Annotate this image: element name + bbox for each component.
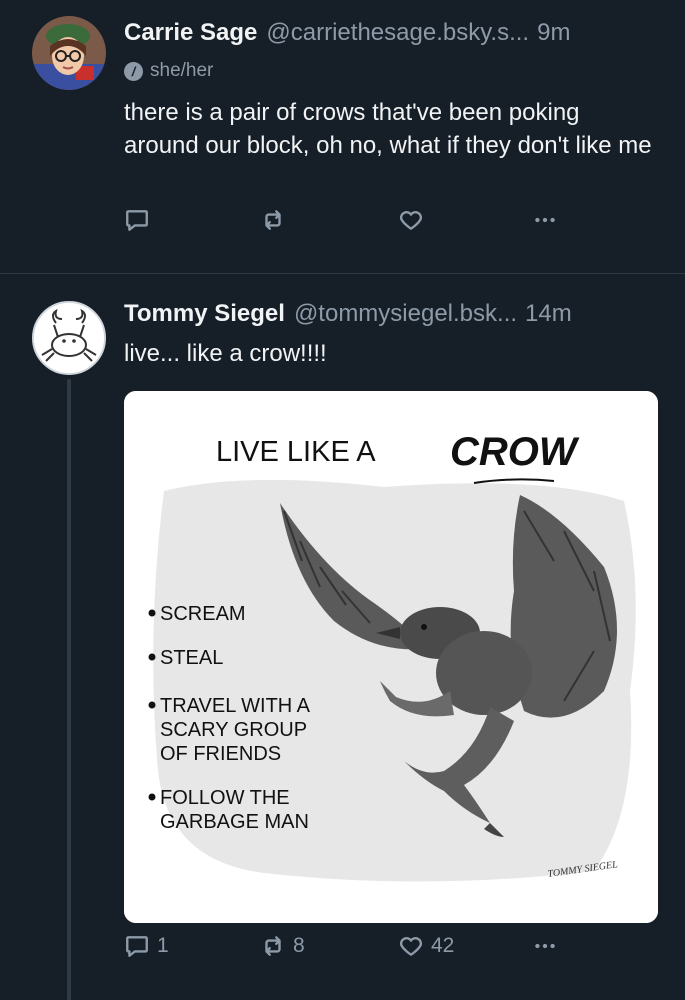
post-carrie-sage[interactable]: Carrie Sage @carriethesage.bsky.s... 9m …	[0, 0, 685, 274]
post-time[interactable]: 14m	[525, 299, 572, 329]
heart-icon	[399, 211, 423, 230]
repost-count: 8	[293, 934, 305, 957]
avatar-illustration	[32, 16, 106, 90]
post-text: live... like a crow!!!!	[124, 340, 327, 367]
like-count: 42	[431, 934, 455, 957]
author-name[interactable]: Carrie Sage	[124, 18, 257, 48]
post-header: Tommy Siegel @tommysiegel.bsk... 14m	[124, 299, 665, 329]
comic-item-travel-2: SCARY GROUP	[160, 719, 307, 741]
repost-arrows-icon	[265, 936, 281, 956]
comic-title-prefix: LIVE LIKE A	[216, 436, 376, 468]
pronouns: / she/her	[124, 60, 213, 82]
pronouns-label: she/her	[150, 60, 214, 81]
reply-count: 1	[157, 934, 169, 957]
like-button[interactable]	[398, 207, 431, 233]
repost-button[interactable]: 8	[260, 933, 305, 959]
author-handle[interactable]: @tommysiegel.bsk...	[294, 299, 517, 329]
avatar[interactable]	[32, 16, 106, 90]
comic-item-travel-1: TRAVEL WITH A	[160, 695, 311, 717]
comic-item-travel-3: OF FRIENDS	[160, 743, 281, 765]
repost-button[interactable]	[260, 207, 293, 233]
comic-item-steal: STEAL	[160, 647, 223, 669]
post-text: there is a pair of crows that've been po…	[124, 99, 652, 159]
thread-line	[67, 379, 71, 1000]
comic-item-scream: SCREAM	[160, 603, 246, 625]
repost-arrows-icon	[265, 210, 281, 230]
pronoun-icon: /	[124, 61, 143, 81]
post-time[interactable]: 9m	[537, 18, 570, 48]
ellipsis-icon	[535, 943, 555, 949]
speech-bubble-icon	[126, 210, 148, 231]
more-options-button[interactable]	[532, 207, 558, 233]
heart-icon	[399, 937, 423, 956]
reply-button[interactable]	[124, 207, 157, 233]
comic-item-follow-2: GARBAGE MAN	[160, 811, 309, 833]
comic-item-follow-1: FOLLOW THE	[160, 787, 290, 809]
avatar[interactable]	[32, 301, 106, 375]
author-name[interactable]: Tommy Siegel	[124, 299, 285, 329]
author-handle[interactable]: @carriethesage.bsky.s...	[266, 18, 529, 48]
like-button[interactable]: 42	[398, 933, 454, 959]
more-options-button[interactable]	[532, 933, 558, 959]
post-header: Carrie Sage @carriethesage.bsky.s... 9m	[124, 18, 665, 48]
post-image[interactable]: LIVE LIKE A CROW SCREAM STEAL TRAVEL WIT…	[124, 391, 658, 923]
speech-bubble-icon	[126, 936, 148, 957]
comic-title-emphasis: CROW	[450, 430, 580, 474]
ellipsis-icon	[535, 217, 555, 223]
crab-avatar-illustration	[34, 303, 104, 373]
post-tommy-siegel[interactable]: Tommy Siegel @tommysiegel.bsk... 14m liv…	[0, 275, 685, 1000]
reply-button[interactable]: 1	[124, 933, 169, 959]
comic-illustration: LIVE LIKE A CROW SCREAM STEAL TRAVEL WIT…	[124, 391, 658, 923]
